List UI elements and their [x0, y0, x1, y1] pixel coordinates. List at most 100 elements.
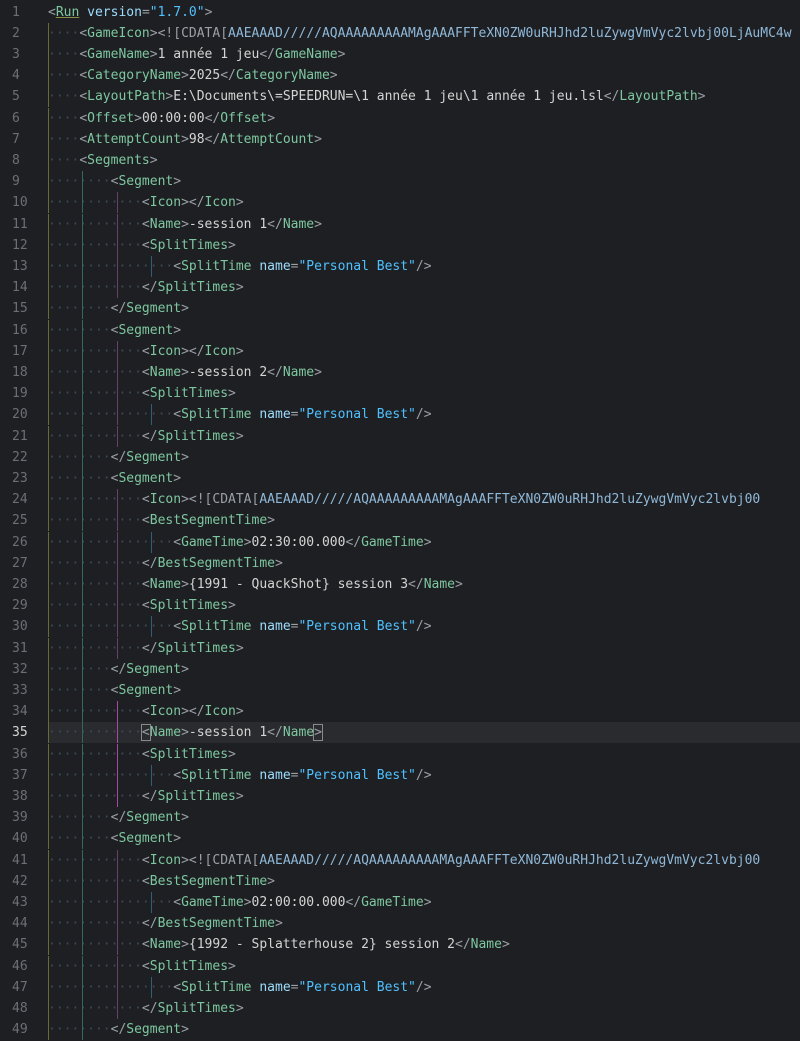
indent-guide [48, 828, 49, 850]
token: AAEAAAD/////AQAAAAAAAAAMAgAAAFFTeXN0ZW0u… [259, 852, 761, 868]
line-number: 33 [12, 682, 28, 698]
code-line[interactable]: ············</BestSegmentTime> [48, 913, 800, 935]
code-line[interactable]: ················<GameTime>02:30:00.000</… [48, 531, 800, 553]
line-number: 4 [12, 68, 20, 84]
indent-guide [150, 764, 152, 786]
code-line[interactable]: ············<SplitTimes> [48, 595, 800, 617]
code-line[interactable]: ················<SplitTime name="Persona… [48, 616, 800, 638]
token: GameName [275, 46, 338, 62]
indent-guide [82, 510, 84, 532]
code-line[interactable]: ············<Icon></Icon> [48, 701, 800, 723]
indent-guide [82, 234, 84, 256]
token: > [501, 937, 510, 953]
token: ></ [181, 704, 205, 720]
whitespace-dots: ············ [48, 937, 142, 953]
token: > [173, 322, 182, 338]
code-line[interactable]: ············<Icon><![CDATA[AAEAAAD/////A… [48, 849, 800, 871]
indent-guide [48, 976, 49, 998]
code-line[interactable]: ············</SplitTimes> [48, 997, 800, 1020]
code-line[interactable]: ········<Segment> [48, 679, 800, 702]
line-number: 25 [12, 513, 28, 529]
token: Name [282, 725, 315, 741]
whitespace-dots: ············ [48, 492, 142, 508]
code-line[interactable]: ············<Name>-session 2</Name> [48, 361, 800, 384]
line-number: 23 [12, 470, 28, 486]
code-line[interactable]: ········</Segment> [48, 446, 800, 468]
indent-guide [48, 86, 49, 108]
indent-guide [82, 531, 84, 553]
code-line[interactable]: ················<SplitTime name="Persona… [48, 976, 800, 998]
code-line[interactable]: <Run version="1.7.0"> [48, 2, 800, 23]
line-number: 41 [12, 852, 28, 868]
indent-guide [82, 573, 84, 596]
code-line[interactable]: ············<Icon></Icon> [48, 192, 800, 214]
code-line[interactable]: ········</Segment> [48, 298, 800, 320]
code-line[interactable]: ············<SplitTimes> [48, 955, 800, 977]
token: </ [267, 364, 283, 380]
indent-guide [82, 552, 84, 574]
whitespace-dots: ············ [48, 555, 142, 571]
token: < [141, 746, 150, 762]
indent-guide [82, 277, 84, 299]
token: < [173, 767, 182, 783]
code-line[interactable]: ············</BestSegmentTime> [48, 552, 800, 574]
code-line[interactable]: ········<Segment> [48, 319, 800, 341]
line-number: 16 [12, 322, 28, 338]
code-line[interactable]: ············</SplitTimes> [48, 425, 800, 447]
code-line[interactable]: ····<Segments> [48, 149, 800, 172]
indent-guide [82, 828, 84, 850]
code-line[interactable]: ············<Icon></Icon> [48, 340, 800, 362]
code-line[interactable]: ····<GameName>1 année 1 jeu</GameName> [48, 43, 800, 66]
code-line[interactable]: ················<GameTime>02:00:00.000</… [48, 891, 800, 914]
code-line[interactable]: ········</Segment> [48, 807, 800, 829]
whitespace-dots: ···· [48, 131, 80, 147]
token: < [140, 724, 151, 742]
token: "Personal Best" [298, 407, 416, 423]
code-line[interactable]: ········<Segment> [48, 828, 800, 850]
whitespace-dots: ············ [48, 598, 142, 614]
code-line[interactable]: ············<Name>{1991 - QuackShot} ses… [48, 573, 800, 596]
whitespace-dots: ···· [48, 89, 80, 105]
indent-guide [82, 658, 84, 680]
line-number: 38 [12, 788, 28, 804]
code-line[interactable]: ········</Segment> [48, 1019, 800, 1041]
token: name [259, 619, 291, 635]
code-line[interactable]: ····<Offset>00:00:00</Offset> [48, 107, 800, 129]
code-line[interactable]: ············<Name>-session 1</Name> [48, 213, 800, 235]
code-line[interactable]: ············<BestSegmentTime> [48, 870, 800, 892]
token: SplitTimes [149, 237, 229, 253]
code-line[interactable]: ············<Icon><![CDATA[AAEAAAD/////A… [48, 489, 800, 511]
code-line[interactable]: ····<GameIcon><![CDATA[AAEAAAD/////AQAAA… [48, 22, 800, 44]
code-line[interactable]: ············<SplitTimes> [48, 234, 800, 256]
token: > [228, 386, 236, 402]
code-line[interactable]: ····<AttemptCount>98</AttemptCount> [48, 128, 800, 150]
indent-guide [48, 149, 49, 172]
code-line[interactable]: ················<SplitTime name="Persona… [48, 404, 800, 426]
indent-guide [48, 913, 49, 935]
code-line[interactable]: ················<SplitTime name="Persona… [48, 255, 800, 278]
code-editor[interactable]: 1 2 3 4 5 6 7 8 9 10 11 12 13 14 15 16 17 18 19 20 21 22 23 24 2… [0, 0, 800, 1041]
token: Segment [126, 661, 182, 677]
token: < [173, 534, 182, 550]
code-line[interactable]: ············<Name>{1992 - Splatterhouse … [48, 934, 800, 956]
code-line[interactable]: ········<Segment> [48, 171, 800, 193]
token: "Personal Best" [298, 619, 416, 635]
code-line[interactable]: ····<CategoryName>2025</CategoryName> [48, 65, 800, 87]
token: Icon [204, 195, 236, 211]
code-line[interactable]: ············</SplitTimes> [48, 277, 800, 299]
indent-guide [116, 489, 118, 511]
code-line[interactable]: ····<LayoutPath>E:\Documents\=SPEEDRUN=\… [48, 86, 800, 108]
code-line[interactable]: ················<SplitTime name="Persona… [48, 764, 800, 786]
code-line[interactable]: ············</SplitTimes> [48, 785, 800, 808]
code-line[interactable]: ············<SplitTimes> [48, 743, 800, 765]
code-line[interactable]: ············<BestSegmentTime> [48, 510, 800, 532]
token: LayoutPath [87, 89, 166, 105]
code-line[interactable]: ············<SplitTimes> [48, 383, 800, 405]
token: SplitTime [181, 979, 252, 995]
code-line[interactable]: ········</Segment> [48, 658, 800, 680]
code-line[interactable]: ············<Name>-session 1</Name> [48, 722, 800, 744]
code-line[interactable]: ············</SplitTimes> [48, 637, 800, 659]
token: LayoutPath [619, 89, 698, 105]
line-number: 39 [12, 810, 28, 826]
code-line[interactable]: ········<Segment> [48, 467, 800, 490]
